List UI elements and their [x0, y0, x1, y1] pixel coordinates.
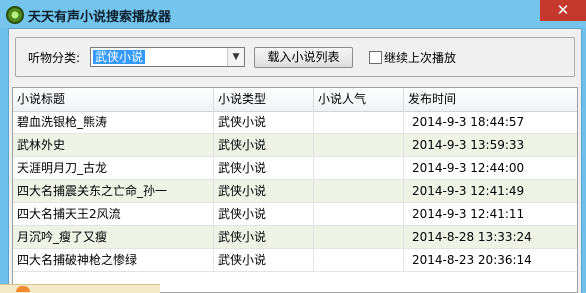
- table-row[interactable]: 月沉吟_瘦了又瘦 武侠小说 2014-8-28 13:33:24: [13, 226, 577, 249]
- cell-popularity: [314, 203, 404, 225]
- cell-type: 武侠小说: [214, 249, 314, 271]
- app-icon: [6, 6, 24, 24]
- table-row[interactable]: 碧血洗银枪_熊涛 武侠小说 2014-9-3 18:44:57: [13, 111, 577, 134]
- close-icon: ✕: [556, 1, 570, 19]
- cell-date: 2014-9-3 18:44:57: [412, 115, 525, 129]
- category-selected-value: 武侠小说: [93, 50, 146, 64]
- resume-checkbox[interactable]: [369, 51, 382, 64]
- cell-date: 2014-8-23 20:36:14: [412, 253, 532, 267]
- cell-title: 月沉吟_瘦了又瘦: [13, 226, 214, 248]
- table-row[interactable]: 四大名捕天王2风流 武侠小说 2014-9-3 12:41:11: [13, 203, 577, 226]
- cell-date: 2014-9-3 12:44:00: [412, 161, 525, 175]
- table-row[interactable]: 四大名捕震关东之亡命_孙一 武侠小说 2014-9-3 12:41:49: [13, 180, 577, 203]
- taskbar-icon: [16, 286, 30, 292]
- app-window: 天天有声小说搜索播放器 ✕ 听物分类: 武侠小说 ▼ 载入小说列表 继续上次播放…: [0, 0, 586, 293]
- table-row[interactable]: 天涯明月刀_古龙 武侠小说 2014-9-3 12:44:00: [13, 157, 577, 180]
- cell-popularity: [314, 226, 404, 248]
- column-header-date[interactable]: 发布时间: [404, 88, 577, 111]
- client-area: 听物分类: 武侠小说 ▼ 载入小说列表 继续上次播放 小说标题 小说类型 小说人…: [8, 28, 582, 293]
- cell-date: 2014-8-28 13:33:24: [412, 230, 532, 244]
- cell-title: 碧血洗银枪_熊涛: [13, 111, 214, 133]
- column-header-title[interactable]: 小说标题: [13, 88, 214, 111]
- title-bar: 天天有声小说搜索播放器 ✕: [0, 0, 586, 28]
- load-list-button[interactable]: 载入小说列表: [254, 47, 353, 68]
- window-title: 天天有声小说搜索播放器: [28, 10, 172, 25]
- cell-popularity: [314, 249, 404, 271]
- cell-title: 四大名捕破神枪之惨绿: [13, 249, 214, 271]
- cell-type: 武侠小说: [214, 203, 314, 225]
- chevron-down-icon[interactable]: ▼: [227, 48, 244, 66]
- cell-type: 武侠小说: [214, 180, 314, 202]
- cell-type: 武侠小说: [214, 226, 314, 248]
- cell-date: 2014-9-3 13:59:33: [412, 138, 525, 152]
- cell-type: 武侠小说: [214, 111, 314, 133]
- cell-type: 武侠小说: [214, 134, 314, 156]
- cell-date: 2014-9-3 12:41:49: [412, 184, 525, 198]
- resume-label[interactable]: 继续上次播放: [384, 49, 456, 66]
- category-label: 听物分类:: [28, 51, 81, 65]
- cell-title: 天涯明月刀_古龙: [13, 157, 214, 179]
- cell-title: 武林外史: [13, 134, 214, 156]
- column-header-popularity[interactable]: 小说人气: [314, 88, 404, 111]
- cell-title: 四大名捕天王2风流: [13, 203, 214, 225]
- category-select[interactable]: 武侠小说 ▼: [90, 47, 245, 67]
- cell-popularity: [314, 157, 404, 179]
- cell-date: 2014-9-3 12:41:11: [412, 207, 525, 221]
- table-header: 小说标题 小说类型 小说人气 发布时间: [13, 88, 577, 112]
- cell-title: 四大名捕震关东之亡命_孙一: [13, 180, 214, 202]
- table-row[interactable]: 四大名捕破神枪之惨绿 武侠小说 2014-8-23 20:36:14: [13, 249, 577, 272]
- cell-popularity: [314, 180, 404, 202]
- column-header-type[interactable]: 小说类型: [214, 88, 314, 111]
- cell-popularity: [314, 134, 404, 156]
- toolbar-group: 听物分类: 武侠小说 ▼ 载入小说列表 继续上次播放: [15, 37, 575, 77]
- cell-popularity: [314, 111, 404, 133]
- table-row[interactable]: 武林外史 武侠小说 2014-9-3 13:59:33: [13, 134, 577, 157]
- cell-type: 武侠小说: [214, 157, 314, 179]
- close-button[interactable]: ✕: [540, 0, 586, 21]
- novel-table: 小说标题 小说类型 小说人气 发布时间 碧血洗银枪_熊涛 武侠小说 2014-9…: [12, 87, 578, 293]
